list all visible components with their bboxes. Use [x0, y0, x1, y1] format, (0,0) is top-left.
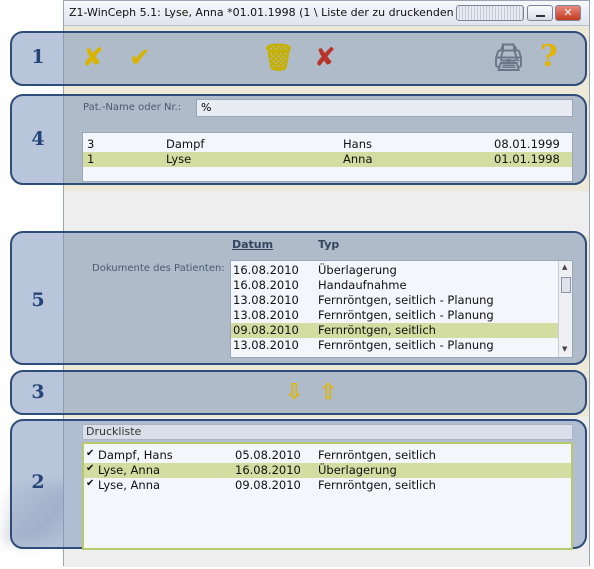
- panel-number: 3: [31, 381, 45, 403]
- document-scrollbar[interactable]: ▲ ▼: [558, 261, 572, 357]
- print-row[interactable]: ✔ Dampf, Hans 05.08.2010 Fernröntgen, se…: [84, 448, 571, 463]
- panel-number: 5: [31, 289, 45, 311]
- patient-firstname: Hans: [343, 137, 372, 151]
- title-bar: Z1-WinCeph 5.1: Lyse, Anna *01.01.1998 (…: [64, 1, 589, 26]
- patient-name: Lyse: [166, 152, 192, 166]
- patient-name: Dampf: [166, 137, 205, 151]
- checkbox-icon[interactable]: ✔: [86, 448, 94, 459]
- panel-number: 1: [31, 46, 45, 68]
- patient-list: 3 Dampf Hans 08.01.1999 1 Lyse Anna 01.0…: [82, 132, 573, 182]
- help-icon[interactable]: ?: [540, 42, 558, 72]
- remove-all-icon[interactable]: ✘: [314, 43, 336, 73]
- arrow-up-icon[interactable]: ⇧: [319, 378, 337, 408]
- print-row[interactable]: ✔ Lyse, Anna 16.08.2010 Überlagerung: [84, 463, 571, 478]
- document-type: Fernröntgen, seitlich - Planung: [318, 308, 494, 322]
- print-row-type: Überlagerung: [318, 463, 397, 477]
- patient-nr: 3: [87, 137, 95, 151]
- trash-icon[interactable]: 🗑: [262, 43, 295, 73]
- print-list-title: Druckliste: [82, 424, 573, 440]
- patient-panel: 4 Pat.-Name oder Nr.: % 3 Dampf Hans 08.…: [10, 94, 587, 185]
- document-row[interactable]: 16.08.2010 Überlagerung: [231, 263, 558, 278]
- print-row-date: 05.08.2010: [235, 448, 301, 462]
- document-type: Fernröntgen, seitlich - Planung: [318, 293, 494, 307]
- toolbar-panel: 1 ✘ ✔ 🗑 ✘ 🖨 ?: [10, 31, 587, 86]
- cancel-icon[interactable]: ✘: [82, 43, 104, 73]
- move-panel: 3 ⇩ ⇧: [10, 370, 587, 415]
- print-list-panel: 2 Druckliste ✔ Dampf, Hans 05.08.2010 Fe…: [10, 419, 587, 550]
- restore-button[interactable]: [456, 5, 524, 21]
- print-row[interactable]: ✔ Lyse, Anna 09.08.2010 Fernröntgen, sei…: [84, 478, 571, 493]
- document-date: 16.08.2010: [233, 263, 299, 277]
- patient-search-label: Pat.-Name oder Nr.:: [83, 102, 182, 113]
- arrow-down-icon[interactable]: ⇩: [285, 378, 303, 408]
- document-list: 16.08.2010 Überlagerung 16.08.2010 Handa…: [230, 260, 573, 358]
- document-type: Fernröntgen, seitlich: [318, 323, 436, 337]
- print-row-name: Dampf, Hans: [98, 448, 173, 462]
- print-row-date: 09.08.2010: [235, 478, 301, 492]
- patient-birthdate: 01.01.1998: [494, 152, 560, 166]
- document-row[interactable]: 13.08.2010 Fernröntgen, seitlich - Planu…: [231, 293, 558, 308]
- checkbox-icon[interactable]: ✔: [86, 478, 94, 489]
- document-type: Handaufnahme: [318, 278, 407, 292]
- document-row[interactable]: 13.08.2010 Fernröntgen, seitlich - Planu…: [231, 308, 558, 323]
- document-row[interactable]: 13.08.2010 Fernröntgen, seitlich - Planu…: [231, 338, 558, 353]
- document-date: 13.08.2010: [233, 338, 299, 352]
- patient-birthdate: 08.01.1999: [494, 137, 560, 151]
- print-row-date: 16.08.2010: [235, 463, 301, 477]
- column-header-date[interactable]: Datum: [232, 238, 273, 251]
- window-title: Z1-WinCeph 5.1: Lyse, Anna *01.01.1998 (…: [69, 6, 456, 19]
- confirm-check-icon[interactable]: ✔: [129, 43, 151, 73]
- checkbox-icon[interactable]: ✔: [86, 463, 94, 474]
- patient-firstname: Anna: [343, 152, 373, 166]
- patient-search-input[interactable]: %: [196, 99, 573, 117]
- document-date: 09.08.2010: [233, 323, 299, 337]
- documents-panel: 5 Datum Typ Dokumente des Patienten: 16.…: [10, 231, 587, 365]
- patient-row[interactable]: 1 Lyse Anna 01.01.1998: [83, 152, 572, 167]
- printer-icon[interactable]: 🖨: [492, 43, 525, 73]
- patient-row[interactable]: 3 Dampf Hans 08.01.1999: [83, 137, 572, 152]
- scroll-thumb[interactable]: [561, 277, 571, 293]
- panel-number: 2: [31, 471, 45, 493]
- document-date: 16.08.2010: [233, 278, 299, 292]
- document-type: Überlagerung: [318, 263, 397, 277]
- documents-label: Dokumente des Patienten:: [92, 263, 225, 274]
- document-type: Fernröntgen, seitlich - Planung: [318, 338, 494, 352]
- document-row[interactable]: 09.08.2010 Fernröntgen, seitlich: [231, 323, 558, 338]
- minimize-button[interactable]: [527, 5, 553, 21]
- print-row-type: Fernröntgen, seitlich: [318, 478, 436, 492]
- print-row-name: Lyse, Anna: [98, 463, 161, 477]
- scroll-down-icon[interactable]: ▼: [562, 345, 567, 353]
- close-button[interactable]: ✕: [555, 5, 581, 21]
- document-row[interactable]: 16.08.2010 Handaufnahme: [231, 278, 558, 293]
- content-gap: [64, 191, 589, 235]
- column-header-type[interactable]: Typ: [318, 238, 339, 251]
- print-row-name: Lyse, Anna: [98, 478, 161, 492]
- patient-nr: 1: [87, 152, 95, 166]
- panel-number: 4: [31, 128, 45, 150]
- print-list: ✔ Dampf, Hans 05.08.2010 Fernröntgen, se…: [82, 442, 573, 550]
- document-date: 13.08.2010: [233, 308, 299, 322]
- document-date: 13.08.2010: [233, 293, 299, 307]
- print-row-type: Fernröntgen, seitlich: [318, 448, 436, 462]
- scroll-up-icon[interactable]: ▲: [562, 263, 567, 271]
